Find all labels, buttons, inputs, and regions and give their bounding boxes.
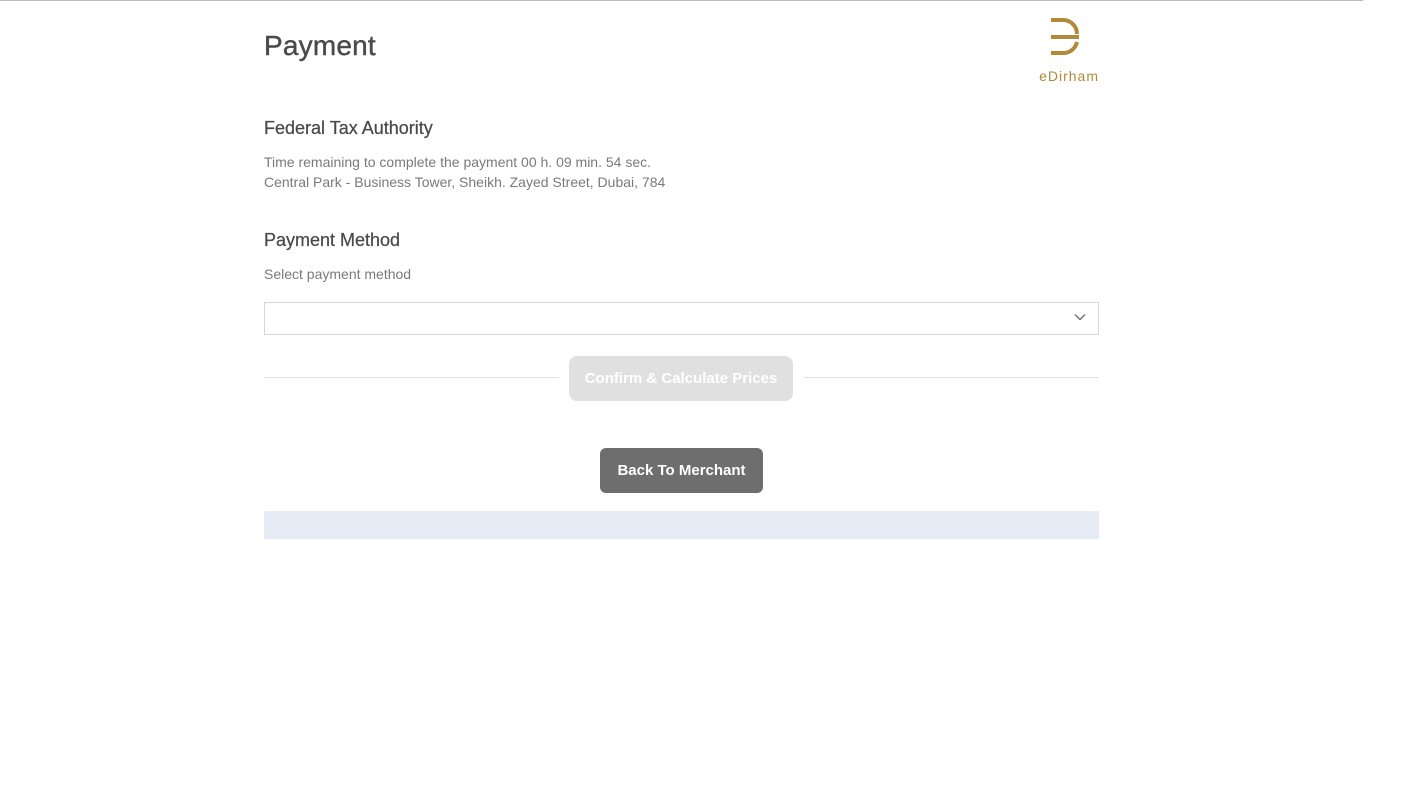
payment-method-label: Select payment method: [264, 266, 412, 282]
merchant-address: Central Park - Business Tower, Sheikh. Z…: [264, 174, 666, 190]
merchant-name: Federal Tax Authority: [264, 118, 433, 138]
payment-method-select[interactable]: [264, 302, 1099, 335]
footer-bar: [264, 511, 1099, 539]
payment-method-heading: Payment Method: [264, 230, 401, 250]
confirm-calculate-prices-button[interactable]: Confirm & Calculate Prices: [569, 356, 793, 401]
logo-text: eDirham: [1039, 68, 1099, 84]
page-title: Payment: [264, 30, 376, 61]
divider-left: [264, 377, 559, 378]
edirham-logo-icon: [1051, 18, 1079, 55]
edirham-logo: eDirham: [1035, 16, 1099, 86]
top-border-line: [0, 0, 1363, 1]
divider-right: [804, 377, 1099, 378]
chevron-down-icon: [1074, 314, 1086, 321]
time-remaining-text: Time remaining to complete the payment 0…: [264, 154, 652, 170]
back-to-merchant-button[interactable]: Back To Merchant: [600, 448, 763, 493]
